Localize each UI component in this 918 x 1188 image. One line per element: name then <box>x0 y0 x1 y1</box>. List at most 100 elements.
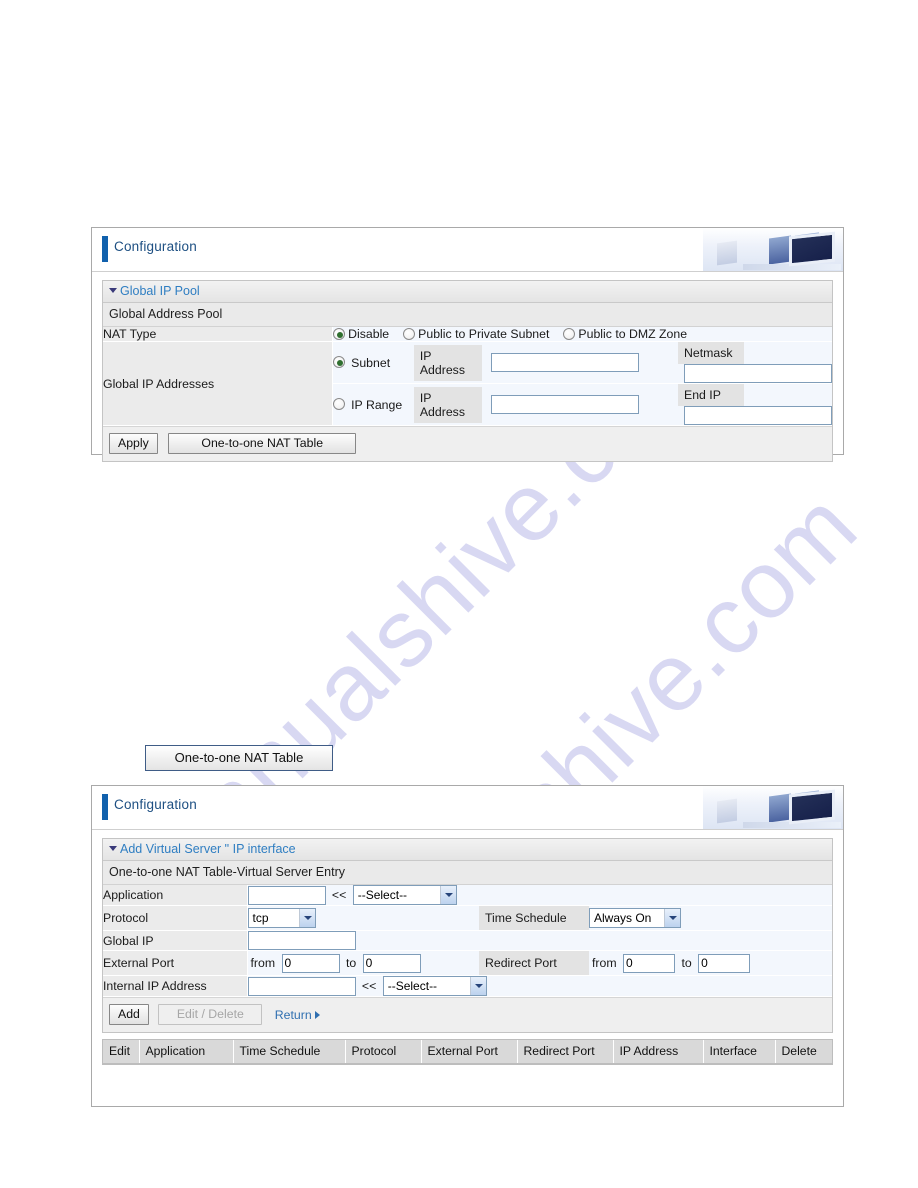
iprange-radio-label: IP Range <box>351 397 403 412</box>
chevron-down-icon[interactable] <box>439 886 456 904</box>
section-title-bar[interactable]: Add Virtual Server " IP interface <box>103 839 832 861</box>
panel-header: Configuration <box>92 228 843 272</box>
radio-nat-public-private[interactable]: Public to Private Subnet <box>403 327 549 341</box>
application-input[interactable] <box>247 885 326 905</box>
panel-header: Configuration <box>92 786 843 830</box>
col-delete: Delete <box>775 1040 832 1064</box>
protocol-field-cell: tcp <box>247 905 479 931</box>
external-port-field-cell: from to <box>247 950 479 976</box>
monitor-icon <box>789 789 835 825</box>
subnet-radio-label: Subnet <box>351 355 391 370</box>
one-to-one-nat-table-button[interactable]: One-to-one NAT Table <box>168 433 357 454</box>
section-subtitle: One-to-one NAT Table-Virtual Server Entr… <box>103 861 832 885</box>
time-schedule-select-value: Always On <box>594 911 652 925</box>
external-port-to-input[interactable] <box>362 953 421 973</box>
nat-type-row: NAT Type Disable Public to Private Subnet… <box>103 327 832 342</box>
subnet-radio-cell[interactable]: Subnet <box>332 341 414 384</box>
edit-delete-button[interactable]: Edit / Delete <box>158 1004 263 1025</box>
col-time-schedule: Time Schedule <box>233 1040 346 1064</box>
col-application: Application <box>139 1040 234 1064</box>
section-title-bar[interactable]: Global IP Pool <box>103 281 832 303</box>
protocol-select[interactable]: tcp <box>247 908 316 928</box>
internal-ip-select[interactable]: --Select-- <box>382 976 487 996</box>
application-arrows-label: << <box>331 888 347 902</box>
add-virtual-server-section: Add Virtual Server " IP interface One-to… <box>102 838 833 1033</box>
iprange-ip-cell: IP Address <box>413 383 678 426</box>
global-ip-row: Global IP <box>103 930 832 951</box>
chevron-down-icon[interactable] <box>664 909 680 927</box>
collapse-triangle-icon[interactable] <box>109 288 117 293</box>
radio-nat-disable[interactable]: Disable <box>333 327 389 341</box>
application-row: Application << --Select-- <box>103 885 832 906</box>
internal-ip-input[interactable] <box>247 976 356 996</box>
col-redirect-port: Redirect Port <box>517 1040 614 1064</box>
iprange-ip-label: IP Address <box>413 386 482 423</box>
chair-icon <box>717 240 737 266</box>
application-select-value: --Select-- <box>357 888 408 902</box>
apply-button[interactable]: Apply <box>109 433 158 454</box>
redirect-from-label: from <box>592 956 617 970</box>
chevron-down-icon[interactable] <box>298 909 315 927</box>
global-ip-addresses-label: Global IP Addresses <box>103 341 334 426</box>
col-ip-address: IP Address <box>613 1040 704 1064</box>
subnet-ip-input[interactable] <box>491 353 640 372</box>
subnet-ip-label: IP Address <box>413 344 482 381</box>
return-link[interactable]: Return <box>275 1008 320 1022</box>
col-protocol: Protocol <box>345 1040 422 1064</box>
external-from-label: from <box>250 956 276 970</box>
radio-indicator-icon[interactable] <box>333 398 346 411</box>
external-port-row: External Port from to Redirect Port from… <box>103 950 832 976</box>
page-title: Configuration <box>114 239 197 254</box>
time-schedule-field-cell: Always On <box>589 905 832 931</box>
iprange-ip-input[interactable] <box>491 395 640 414</box>
subnet-netmask-cell: Netmask <box>678 341 832 384</box>
application-field-cell: << --Select-- <box>247 885 832 906</box>
radio-indicator-icon[interactable] <box>333 328 346 340</box>
one-to-one-nat-table-callout-button[interactable]: One-to-one NAT Table <box>145 745 333 771</box>
iprange-radio-cell[interactable]: IP Range <box>332 383 414 426</box>
time-schedule-select[interactable]: Always On <box>589 908 681 928</box>
chair-icon <box>717 798 737 824</box>
internal-ip-field-cell: << --Select-- <box>247 975 832 997</box>
global-ip-pool-section: Global IP Pool Global Address Pool NAT T… <box>102 280 833 462</box>
radio-indicator-icon[interactable] <box>563 328 576 340</box>
section-title-label: Global IP Pool <box>120 284 200 298</box>
global-ip-label: Global IP <box>103 930 248 951</box>
nat-type-label: NAT Type <box>103 327 334 342</box>
monitor-icon <box>789 231 835 267</box>
external-port-from-input[interactable] <box>281 953 340 973</box>
header-accent-bar <box>102 236 108 262</box>
col-interface: Interface <box>703 1040 776 1064</box>
protocol-row: Protocol tcp Time Schedule Always On <box>103 905 832 931</box>
header-accent-bar <box>102 794 108 820</box>
virtual-server-table: Edit Application Time Schedule Protocol … <box>102 1039 833 1065</box>
col-external-port: External Port <box>421 1040 518 1064</box>
section-subtitle: Global Address Pool <box>103 303 832 327</box>
global-ip-input[interactable] <box>247 931 356 950</box>
internal-ip-select-value: --Select-- <box>387 979 438 993</box>
collapse-triangle-icon[interactable] <box>109 846 117 851</box>
internal-ip-arrows-label: << <box>361 979 377 993</box>
netmask-input[interactable] <box>684 364 832 383</box>
redirect-port-from-input[interactable] <box>623 953 676 973</box>
section-title-label: Add Virtual Server " IP interface <box>120 842 296 856</box>
radio-indicator-icon[interactable] <box>403 328 416 340</box>
iprange-endip-cell: End IP <box>678 383 832 426</box>
protocol-label: Protocol <box>103 905 248 931</box>
office-illustration <box>703 786 843 829</box>
chevron-down-icon[interactable] <box>469 977 486 995</box>
end-ip-input[interactable] <box>684 406 832 425</box>
global-ip-field-cell <box>247 930 832 951</box>
redirect-to-label: to <box>681 956 692 970</box>
redirect-port-to-input[interactable] <box>698 953 751 973</box>
radio-indicator-icon[interactable] <box>333 356 346 369</box>
virtual-server-table-grid: Edit Application Time Schedule Protocol … <box>103 1040 832 1064</box>
add-button[interactable]: Add <box>109 1004 149 1025</box>
application-select[interactable]: --Select-- <box>352 885 457 905</box>
protocol-select-value: tcp <box>252 911 269 925</box>
radio-nat-public-dmz[interactable]: Public to DMZ Zone <box>563 327 687 341</box>
chair-icon <box>769 793 791 823</box>
redirect-port-field-cell: from to <box>589 950 832 976</box>
global-ip-subnet-row: Global IP Addresses Subnet IP Address Ne… <box>103 341 832 426</box>
office-illustration <box>703 228 843 271</box>
